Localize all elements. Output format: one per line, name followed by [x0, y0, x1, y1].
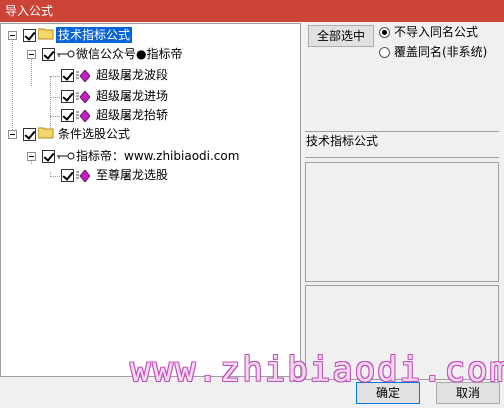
collapse-toggle[interactable]: [8, 31, 17, 40]
checkbox[interactable]: [61, 69, 74, 82]
folder-icon: [38, 127, 54, 139]
checkbox[interactable]: [61, 169, 74, 182]
category-text: 技术指标公式: [306, 134, 379, 148]
tree-node-formula[interactable]: 超级屠龙抬轿: [1, 107, 300, 125]
radio-no-import-duplicates[interactable]: [379, 27, 390, 38]
checkbox[interactable]: [61, 109, 74, 122]
formula-tree[interactable]: 技术指标公式 微信公众号●指标帝 超级屠龙波段 超级屠龙进场 超级屠龙抬轿 条件…: [0, 23, 301, 377]
checkbox[interactable]: [42, 48, 55, 61]
tree-node-label: 技术指标公式: [56, 27, 133, 43]
tree-node-label: 条件选股公式: [58, 127, 131, 141]
category-label: 技术指标公式: [305, 131, 499, 158]
window-title: 导入公式: [5, 4, 54, 18]
checkbox[interactable]: [61, 90, 74, 103]
formula-icon: [76, 110, 90, 122]
tree-node-formula[interactable]: 至尊屠龙选股: [1, 167, 300, 185]
select-all-button[interactable]: 全部选中: [308, 25, 374, 47]
tree-node-website[interactable]: 指标帝：www.zhibiaodi.com: [1, 148, 300, 166]
collapse-toggle[interactable]: [8, 130, 17, 139]
checkbox[interactable]: [23, 29, 36, 42]
formula-icon: [76, 91, 90, 103]
radio-overwrite-duplicates[interactable]: [379, 47, 390, 58]
formula-icon: [76, 170, 90, 182]
radio-label: 覆盖同名(非系统): [394, 45, 488, 59]
tree-node-label: 超级屠龙抬轿: [96, 108, 169, 122]
watermark-text: www.zhibiaodi.com: [130, 350, 504, 390]
folder-icon: [38, 28, 54, 40]
tree-node-wechat-account[interactable]: 微信公众号●指标帝: [1, 46, 300, 64]
collapse-toggle[interactable]: [27, 50, 36, 59]
tree-node-label: 至尊屠龙选股: [96, 168, 169, 182]
tree-node-label: 超级屠龙进场: [96, 89, 169, 103]
title-bar[interactable]: 导入公式: [0, 0, 504, 22]
tree-node-formula[interactable]: 超级屠龙波段: [1, 67, 300, 85]
checkbox[interactable]: [42, 150, 55, 163]
key-icon: [57, 50, 75, 58]
tree-node-formula[interactable]: 超级屠龙进场: [1, 88, 300, 106]
tree-node-stock-screening[interactable]: 条件选股公式: [1, 126, 300, 144]
tree-node-label: 指标帝：www.zhibiaodi.com: [76, 149, 240, 163]
tree-node-label: 超级屠龙波段: [96, 68, 169, 82]
formula-icon: [76, 70, 90, 82]
checkbox[interactable]: [23, 128, 36, 141]
radio-label: 不导入同名公式: [394, 25, 479, 39]
collapse-toggle[interactable]: [27, 152, 36, 161]
tree-node-label: 微信公众号●指标帝: [76, 47, 183, 61]
formula-description-panel: [305, 162, 499, 282]
tree-node-technical-indicators[interactable]: 技术指标公式: [1, 27, 300, 45]
import-formula-dialog: 导入公式 技术指标公式 微信公众号●指标帝 超级屠龙波段 超级屠龙进场 超级屠龙…: [0, 0, 504, 408]
key-icon: [57, 152, 75, 160]
